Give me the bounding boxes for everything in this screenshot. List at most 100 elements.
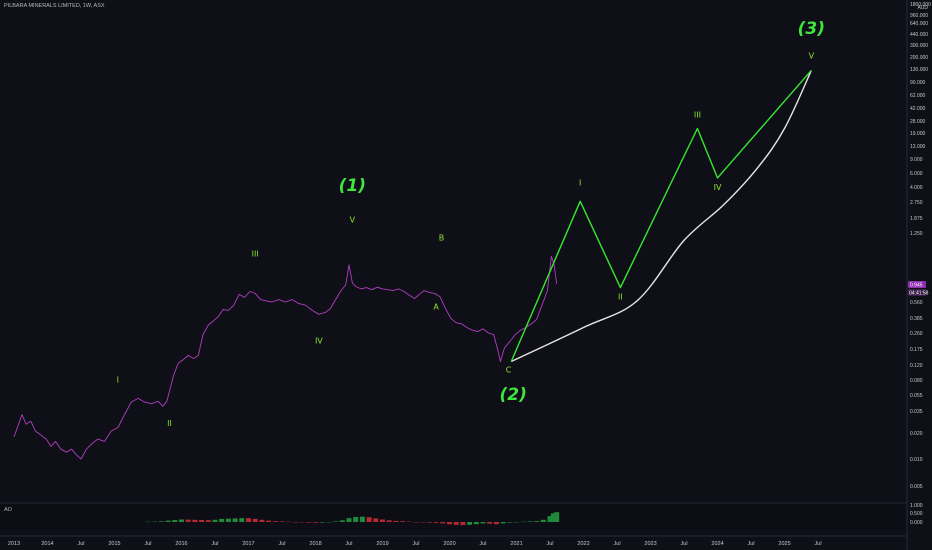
chart-canvas[interactable]: PILBARA MINERALS LIMITED, 1W, ASX AUD AO… [0,0,932,550]
countdown-label: 04:41:58 [909,291,929,297]
price-tick-label: 200.000 [910,55,928,61]
ao-bar [460,522,466,526]
time-tick-label: Jul [547,541,554,547]
price-tick-label: 13.000 [910,144,926,150]
ao-bar [339,520,345,522]
time-tick-label: 2016 [175,541,187,547]
ao-bar [179,519,184,522]
ao-bar [313,522,318,523]
ao-bar [158,521,164,522]
wave-label: III [694,111,701,120]
ao-axis: 1.000 0.500 0.000 [910,503,923,526]
price-tick-label: 0.120 [910,363,923,369]
ao-bar [279,521,285,522]
price-tick-label: 130.000 [910,67,928,73]
ao-bar [192,519,198,522]
ao-bar [333,521,339,522]
time-tick-label: 2022 [577,541,589,547]
ao-bar [433,522,439,523]
time-tick-label: 2021 [510,541,522,547]
wave-label: IV [714,183,722,192]
wave-label: II [167,419,172,428]
degree-label: (3) [798,19,825,39]
time-tick-label: Jul [278,541,285,547]
ao-bar [232,518,238,522]
ao-bar [212,519,218,522]
wave-label: IV [315,337,323,346]
degree-label: (1) [339,176,366,196]
wave-label: V [350,216,356,225]
time-tick-label: Jul [748,541,755,547]
ao-bar [219,518,225,522]
price-tick-label: 300.000 [910,43,928,49]
ao-bar [205,520,211,522]
ao-bar [527,521,533,522]
price-tick-label: 0.080 [910,378,923,384]
ao-bar [259,519,265,522]
ao-bar [554,512,560,522]
price-tick-label: 0.260 [910,331,923,337]
ao-bar [393,520,399,522]
current-price-label: 0.945 [910,283,923,289]
time-tick-label: 2023 [644,541,656,547]
time-tick-label: 2024 [711,541,723,547]
ao-bar [540,519,546,522]
ao-bar [380,519,385,522]
time-tick-label: Jul [681,541,688,547]
price-tick-label: 1800.000 [910,2,931,8]
wave-label: I [579,178,581,187]
ao-bar [319,522,325,523]
price-tick-label: 0.560 [910,300,923,306]
ao-bar [480,522,486,524]
wave-label: III [252,249,259,258]
ao-bar [386,520,392,522]
time-tick-label: 2013 [8,541,20,547]
symbol-title: PILBARA MINERALS LIMITED, 1W, ASX [4,3,105,9]
ao-bar [467,522,473,525]
price-tick-label: 0.010 [910,457,923,463]
price-tick-label: 90.000 [910,80,926,86]
chart-background [0,0,932,550]
price-tick-label: 6.000 [910,171,923,177]
ao-bar [366,517,372,522]
time-tick-label: Jul [144,541,151,547]
wave-label: C [506,365,512,374]
ao-pane-background [0,503,907,530]
time-tick-label: 2019 [376,541,388,547]
wave-label: II [618,293,623,302]
price-tick-label: 62.000 [910,93,926,99]
chart-root: PILBARA MINERALS LIMITED, 1W, ASX AUD AO… [0,0,932,550]
time-tick-label: Jul [413,541,420,547]
time-tick-label: 2020 [443,541,455,547]
price-tick-label: 28.000 [910,119,926,125]
ao-tick-label: 0.000 [910,520,923,526]
ao-bar [165,520,171,522]
ao-indicator-label: AO [4,507,13,513]
ao-bar [272,521,278,522]
time-tick-label: Jul [480,541,487,547]
ao-bar [172,520,178,522]
ao-bar [487,522,493,524]
ao-bar [346,518,352,522]
ao-bar [500,522,506,524]
price-tick-label: 2.750 [910,200,923,206]
price-tick-label: 0.175 [910,347,923,353]
price-tick-label: 640.000 [910,21,928,27]
ao-bar [453,522,459,525]
time-tick-label: Jul [614,541,621,547]
ao-bar [447,522,452,525]
ao-bar [266,520,272,522]
ao-bar [246,518,251,522]
ao-bar [440,522,446,524]
time-tick-label: 2018 [309,541,321,547]
price-tick-label: 0.005 [910,484,923,490]
price-tick-label: 1.250 [910,231,923,237]
time-tick-label: 2014 [41,541,53,547]
price-tick-label: 42.000 [910,106,926,112]
time-tick-label: 2015 [108,541,120,547]
ao-bar [199,520,205,522]
ao-bar [239,518,245,522]
wave-label: A [433,302,439,311]
ao-bar [534,521,540,522]
ao-bar [473,522,479,525]
